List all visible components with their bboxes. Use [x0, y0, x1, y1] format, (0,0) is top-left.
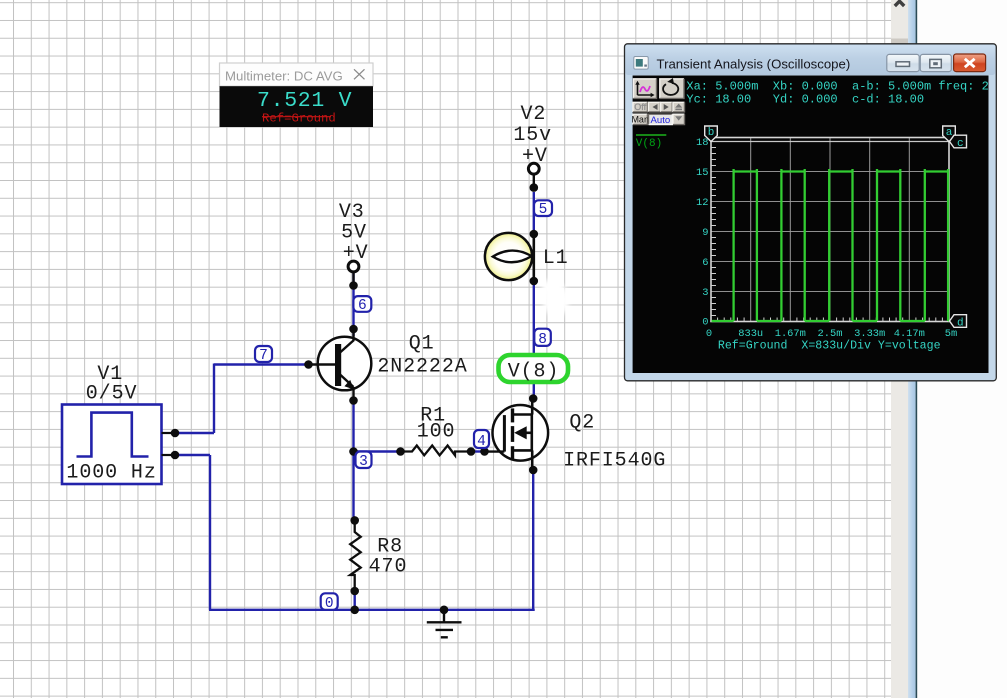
svg-text:3.33m: 3.33m: [854, 328, 885, 340]
svg-text:2N2222A: 2N2222A: [377, 356, 467, 379]
svg-text:Auto: Auto: [651, 115, 671, 126]
svg-text:Multimeter: DC AVG: Multimeter: DC AVG: [225, 69, 343, 84]
svg-text:c: c: [957, 138, 964, 150]
svg-text:+V: +V: [522, 145, 548, 168]
svg-text:5: 5: [539, 202, 548, 218]
svg-text:18: 18: [696, 137, 708, 149]
svg-text:5m: 5m: [945, 328, 957, 340]
svg-text:V2: V2: [520, 103, 546, 126]
svg-text:1000 Hz: 1000 Hz: [66, 462, 156, 485]
svg-text:100: 100: [417, 421, 456, 444]
svg-text:Q2: Q2: [569, 412, 595, 435]
svg-text:470: 470: [369, 556, 408, 579]
svg-text:7.521 V: 7.521 V: [257, 89, 352, 113]
svg-text:0: 0: [706, 328, 712, 340]
svg-text:8: 8: [538, 332, 547, 348]
svg-text:4.17m: 4.17m: [894, 328, 925, 340]
svg-text:Yc: 18.00 Yd: 0.000 c-d: 18: Yc: 18.00 Yd: 0.000 c-d: 18.00: [686, 92, 924, 106]
svg-text:4: 4: [477, 434, 486, 450]
svg-text:12: 12: [696, 197, 708, 209]
svg-text:6: 6: [702, 257, 708, 269]
svg-text:15: 15: [696, 167, 708, 179]
svg-text:V(8): V(8): [508, 361, 560, 384]
svg-text:2.5m: 2.5m: [818, 328, 843, 340]
svg-text:+V: +V: [343, 242, 369, 265]
svg-text:833u: 833u: [738, 328, 763, 340]
svg-text:Q1: Q1: [409, 333, 435, 356]
svg-text:7: 7: [259, 348, 268, 364]
svg-text:9: 9: [702, 227, 708, 239]
svg-text:3: 3: [702, 287, 708, 299]
svg-text:d: d: [957, 318, 964, 330]
svg-text:a: a: [946, 127, 953, 139]
svg-text:Man: Man: [631, 115, 649, 125]
svg-text:1.67m: 1.67m: [775, 328, 806, 340]
svg-text:IRFI540G: IRFI540G: [563, 450, 666, 473]
svg-text:15v: 15v: [513, 124, 552, 147]
svg-text:V(8): V(8): [636, 138, 662, 150]
svg-text:6: 6: [358, 298, 367, 314]
svg-text:0: 0: [702, 317, 708, 329]
svg-text:0/5V: 0/5V: [86, 383, 138, 406]
svg-text:b: b: [708, 127, 715, 139]
svg-text:3: 3: [359, 454, 368, 470]
svg-text:L1: L1: [543, 247, 569, 270]
svg-text:Ref=Ground: Ref=Ground: [262, 111, 336, 125]
svg-text:Ref=Ground X=833u/Div Y=volta: Ref=Ground X=833u/Div Y=voltage: [718, 340, 941, 353]
svg-text:Transient Analysis (Oscillosco: Transient Analysis (Oscilloscope): [657, 56, 851, 71]
svg-text:Off: Off: [634, 102, 646, 112]
svg-text:0: 0: [325, 596, 334, 612]
